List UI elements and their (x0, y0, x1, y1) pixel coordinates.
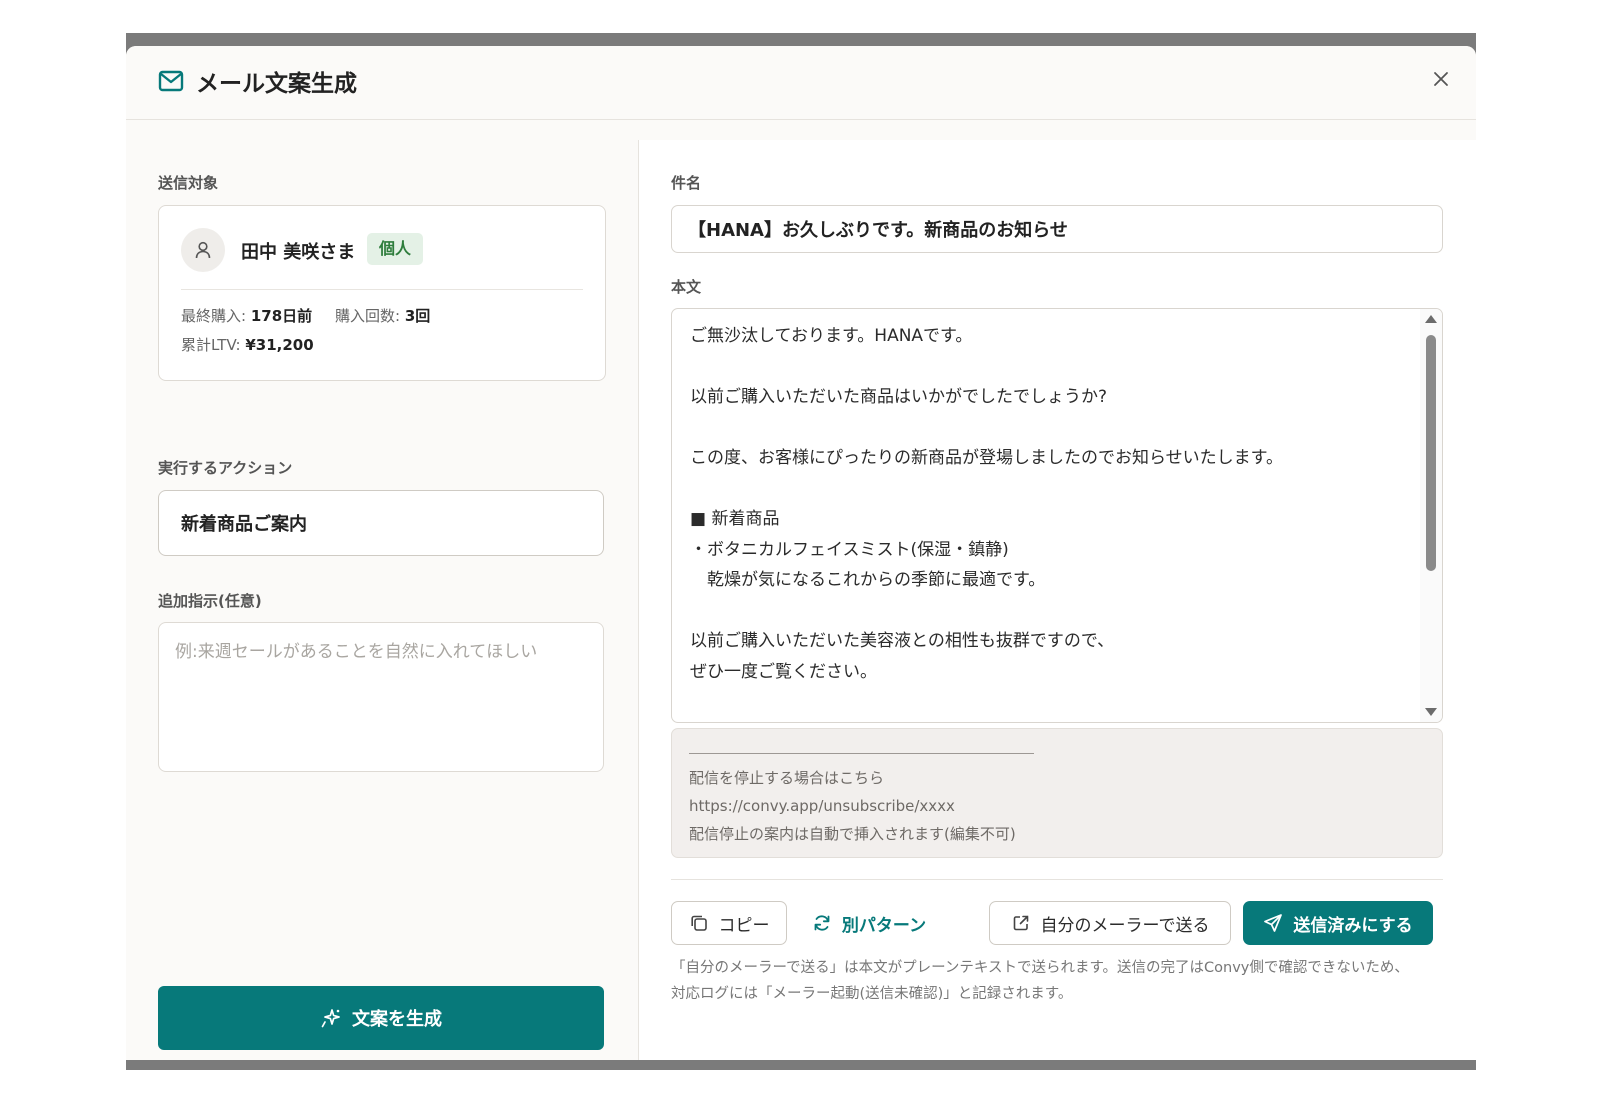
copy-button-label: コピー (718, 915, 770, 936)
mail-icon (158, 70, 184, 92)
mark-sent-button-label: 送信済みにする (1293, 915, 1413, 936)
body-label: 本文 (671, 278, 702, 296)
instruction-label: 追加指示(任意) (158, 592, 262, 610)
alt-pattern-button[interactable]: 別パターン (799, 901, 939, 945)
modal-header: メール文案生成 (126, 46, 1476, 120)
customer-name: 田中 美咲さま (241, 242, 356, 263)
ltv-value: ¥31,200 (245, 336, 314, 354)
refresh-icon (814, 915, 830, 931)
customer-card: 田中 美咲さま 個人 最終購入: 178日前 購入回数: 3回 累計LTV: ¥… (158, 205, 606, 381)
ltv-stat: 累計LTV: ¥31,200 (181, 334, 314, 355)
mailer-note: 「自分のメーラーで送る」は本文がプレーンテキストで送られます。送信の完了はCon… (671, 955, 1451, 1007)
scroll-thumb[interactable] (1426, 335, 1436, 571)
last-purchase-stat: 最終購入: 178日前 (181, 305, 312, 326)
action-select[interactable]: 新着商品ご案内 (158, 490, 604, 556)
modal-title: メール文案生成 (196, 71, 357, 97)
copy-button[interactable]: コピー (671, 901, 787, 945)
subject-input[interactable]: 【HANA】お久しぶりです。新商品のお知らせ (671, 205, 1443, 253)
unsubscribe-note: 配信停止の案内は自動で挿入されます(編集不可) (689, 825, 1016, 843)
right-panel: 件名 【HANA】お久しぶりです。新商品のお知らせ 本文 ご無沙汰しております。… (638, 140, 1476, 1060)
unsubscribe-url: https://convy.app/unsubscribe/xxxx (689, 797, 955, 815)
body-textarea[interactable]: ご無沙汰しております。HANAです。 以前ご購入いただいた商品はいかがでしたでし… (671, 308, 1443, 723)
mark-sent-button[interactable]: 送信済みにする (1243, 901, 1433, 945)
close-button[interactable] (1426, 64, 1456, 94)
open-mailer-button-label: 自分のメーラーで送る (1040, 915, 1210, 936)
subject-label: 件名 (671, 174, 702, 192)
last-purchase-value: 178日前 (250, 307, 313, 325)
last-purchase-label: 最終購入: (181, 307, 247, 325)
scroll-up-icon[interactable] (1425, 315, 1437, 323)
unsubscribe-footer: 配信を停止する場合はこちら https://convy.app/unsubscr… (671, 728, 1443, 858)
copy-icon (690, 915, 707, 931)
body-text: ご無沙汰しております。HANAです。 以前ご購入いただいた商品はいかがでしたでし… (690, 326, 1283, 682)
generate-button[interactable]: 文案を生成 (158, 986, 604, 1050)
email-draft-modal: メール文案生成 送信対象 田中 美咲さま 個人 最終購入: 178日前 購入回数… (126, 46, 1476, 1060)
generate-button-label: 文案を生成 (352, 1009, 442, 1030)
left-panel: 送信対象 田中 美咲さま 個人 最終購入: 178日前 購入回数: 3回 累計L… (126, 120, 636, 1060)
button-row-divider (671, 879, 1443, 880)
card-divider (181, 289, 583, 290)
open-mailer-button[interactable]: 自分のメーラーで送る (989, 901, 1231, 945)
ltv-label: 累計LTV: (181, 336, 241, 354)
sparkle-icon (321, 1009, 340, 1028)
scroll-down-icon[interactable] (1425, 708, 1437, 716)
user-icon (195, 241, 211, 259)
purchase-count-value: 3回 (404, 307, 431, 325)
mailer-note-line2: 対応ログには「メーラー起動(送信未確認)」と記録されます。 (671, 986, 1073, 1002)
footer-separator (689, 753, 1034, 754)
avatar (181, 228, 225, 272)
instruction-input[interactable] (158, 622, 604, 772)
unsubscribe-text: 配信を停止する場合はこちら (689, 769, 885, 787)
customer-type-badge: 個人 (367, 233, 424, 265)
body-scrollbar[interactable] (1420, 309, 1442, 722)
target-label: 送信対象 (158, 174, 219, 192)
send-icon (1264, 914, 1283, 932)
purchase-count-label: 購入回数: (335, 307, 401, 325)
alt-pattern-button-label: 別パターン (841, 915, 927, 936)
action-label: 実行するアクション (158, 459, 293, 477)
external-link-icon (1013, 915, 1028, 931)
close-icon (1434, 72, 1448, 86)
purchase-count-stat: 購入回数: 3回 (335, 305, 430, 326)
mailer-note-line1: 「自分のメーラーで送る」は本文がプレーンテキストで送られます。送信の完了はCon… (671, 960, 1409, 976)
